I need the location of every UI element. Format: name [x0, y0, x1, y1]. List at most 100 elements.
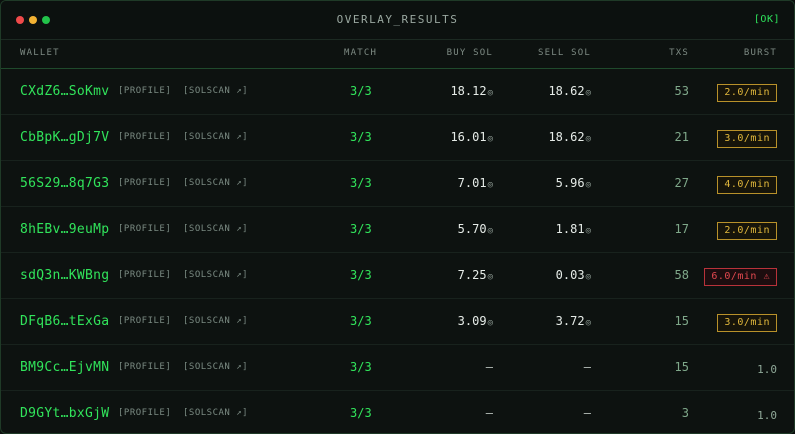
burst-rate-badge: 6.0/min ⚠	[704, 267, 777, 286]
buy-sol-value: 3.09◎	[458, 299, 493, 344]
buy-sol-value: 7.01◎	[458, 161, 493, 206]
txs-count: 15	[674, 314, 689, 328]
column-header-burst: BURST	[743, 48, 777, 58]
match-value: 3/3	[350, 176, 372, 190]
profile-link[interactable]: [PROFILE]	[118, 345, 171, 390]
window-title: OVERLAY_RESULTS	[336, 13, 459, 26]
sol-icon: ◎	[585, 134, 591, 144]
burst-cell: 3.0/min	[717, 299, 777, 344]
wallet-address-link[interactable]: DFqB6…tExGa	[20, 299, 109, 344]
burst-cell: 1.0	[757, 391, 777, 433]
buy-sol-value: —	[485, 391, 493, 433]
buy-sol-amount: —	[485, 406, 493, 420]
burst-rate-badge: 1.0	[757, 409, 777, 422]
sol-icon: ◎	[585, 88, 591, 98]
burst-rate-badge: 4.0/min	[717, 175, 777, 194]
match-value: 3/3	[350, 268, 372, 282]
solscan-link[interactable]: [SOLSCAN ↗]	[183, 253, 248, 298]
table-row: BM9Cc…EjvMN [PROFILE] [SOLSCAN ↗] 3/3 — — 15 1.…	[1, 345, 794, 391]
table-row: 56S29…8q7G3 [PROFILE] [SOLSCAN ↗] 3/3 7.01◎ 5…	[1, 161, 794, 207]
sol-icon: ◎	[487, 180, 493, 190]
match-value: 3/3	[350, 130, 372, 144]
txs-count: 3	[681, 406, 689, 420]
match-value: 3/3	[350, 314, 372, 328]
burst-cell: 3.0/min	[717, 115, 777, 160]
sol-icon: ◎	[585, 226, 591, 236]
sell-sol-amount: —	[583, 360, 591, 374]
column-header-match: MATCH	[344, 48, 378, 58]
burst-cell: 6.0/min ⚠	[704, 253, 777, 298]
sol-icon: ◎	[487, 134, 493, 144]
results-table-body: CXdZ6…SoKmv [PROFILE] [SOLSCAN ↗] 3/3 18.12◎…	[1, 69, 794, 433]
buy-sol-amount: 16.01	[450, 130, 487, 144]
wallet-address-link[interactable]: BM9Cc…EjvMN	[20, 345, 109, 390]
buy-sol-amount: 3.09	[457, 314, 487, 328]
buy-sol-value: 7.25◎	[458, 253, 493, 298]
burst-cell: 1.0	[757, 345, 777, 390]
sol-icon: ◎	[585, 272, 591, 282]
txs-count: 53	[674, 84, 689, 98]
match-value: 3/3	[350, 360, 372, 374]
burst-rate-badge: 3.0/min	[717, 313, 777, 332]
overlay-results-window: OVERLAY_RESULTS [OK] WALLET MATCH BUY SO…	[0, 0, 795, 434]
table-row: CbBpK…gDj7V [PROFILE] [SOLSCAN ↗] 3/3 16.01◎…	[1, 115, 794, 161]
txs-count: 27	[674, 176, 689, 190]
table-row: 8hEBv…9euMp [PROFILE] [SOLSCAN ↗] 3/3 5.70◎ 1…	[1, 207, 794, 253]
match-value: 3/3	[350, 406, 372, 420]
table-row: D9GYt…bxGjW [PROFILE] [SOLSCAN ↗] 3/3 — — 3 1.0	[1, 391, 794, 433]
status-indicator: [OK]	[753, 14, 780, 25]
sell-sol-value: 0.03◎	[556, 253, 591, 298]
sell-sol-value: 18.62◎	[548, 115, 591, 160]
buy-sol-value: —	[486, 345, 493, 390]
profile-link[interactable]: [PROFILE]	[118, 207, 171, 252]
sell-sol-value: 1.81◎	[556, 207, 591, 252]
burst-rate-badge: 1.0	[757, 363, 777, 376]
profile-link[interactable]: [PROFILE]	[118, 299, 171, 344]
sell-sol-value: —	[584, 345, 591, 390]
profile-link[interactable]: [PROFILE]	[118, 391, 171, 433]
sell-sol-value: 3.72◎	[556, 299, 591, 344]
wallet-address-link[interactable]: 56S29…8q7G3	[20, 161, 109, 206]
buy-sol-amount: 18.12	[450, 84, 487, 98]
profile-link[interactable]: [PROFILE]	[118, 115, 171, 160]
match-value: 3/3	[350, 222, 372, 236]
match-value: 3/3	[350, 84, 372, 98]
wallet-address-link[interactable]: 8hEBv…9euMp	[20, 207, 109, 252]
column-header-sell-sol: SELL SOL	[538, 48, 591, 58]
txs-count: 58	[674, 268, 689, 282]
table-header: WALLET MATCH BUY SOL SELL SOL TXS BURST	[1, 40, 794, 69]
solscan-link[interactable]: [SOLSCAN ↗]	[183, 345, 248, 390]
sol-icon: ◎	[585, 318, 591, 328]
wallet-address-link[interactable]: D9GYt…bxGjW	[20, 391, 109, 433]
burst-rate-badge: 2.0/min	[717, 221, 777, 240]
wallet-address-link[interactable]: CbBpK…gDj7V	[20, 115, 109, 160]
solscan-link[interactable]: [SOLSCAN ↗]	[183, 161, 248, 206]
profile-link[interactable]: [PROFILE]	[118, 253, 171, 298]
profile-link[interactable]: [PROFILE]	[118, 161, 171, 206]
solscan-link[interactable]: [SOLSCAN ↗]	[183, 207, 248, 252]
buy-sol-value: 5.70◎	[458, 207, 493, 252]
profile-link[interactable]: [PROFILE]	[118, 69, 171, 114]
table-row: CXdZ6…SoKmv [PROFILE] [SOLSCAN ↗] 3/3 18.12 ◎…	[1, 69, 794, 115]
wallet-address-link[interactable]: sdQ3n…KWBng	[20, 253, 109, 298]
txs-count: 15	[674, 360, 689, 374]
burst-cell: 2.0/min	[717, 69, 777, 114]
solscan-link[interactable]: [SOLSCAN ↗]	[183, 69, 248, 114]
title-bar: OVERLAY_RESULTS [OK]	[1, 1, 794, 40]
wallet-address-link[interactable]: CXdZ6…SoKmv	[20, 69, 109, 114]
sell-sol-value: 18.62◎	[548, 69, 591, 114]
column-header-txs: TXS	[669, 48, 689, 58]
sol-icon: ◎	[487, 272, 493, 282]
solscan-link[interactable]: [SOLSCAN ↗]	[183, 115, 248, 160]
sell-sol-amount: 0.03	[555, 268, 585, 282]
sol-icon: ◎	[487, 226, 493, 236]
solscan-link[interactable]: [SOLSCAN ↗]	[183, 391, 248, 433]
column-header-buy-sol: BUY SOL	[446, 48, 493, 58]
buy-sol-value: 16.01◎	[450, 115, 493, 160]
sell-sol-amount: 1.81	[555, 222, 585, 236]
txs-count: 21	[674, 130, 689, 144]
txs-count: 17	[674, 222, 689, 236]
table-row: sdQ3n…KWBng [PROFILE] [SOLSCAN ↗] 3/3 7.25◎ 0…	[1, 253, 794, 299]
solscan-link[interactable]: [SOLSCAN ↗]	[183, 299, 248, 344]
buy-sol-amount: 7.01	[457, 176, 487, 190]
